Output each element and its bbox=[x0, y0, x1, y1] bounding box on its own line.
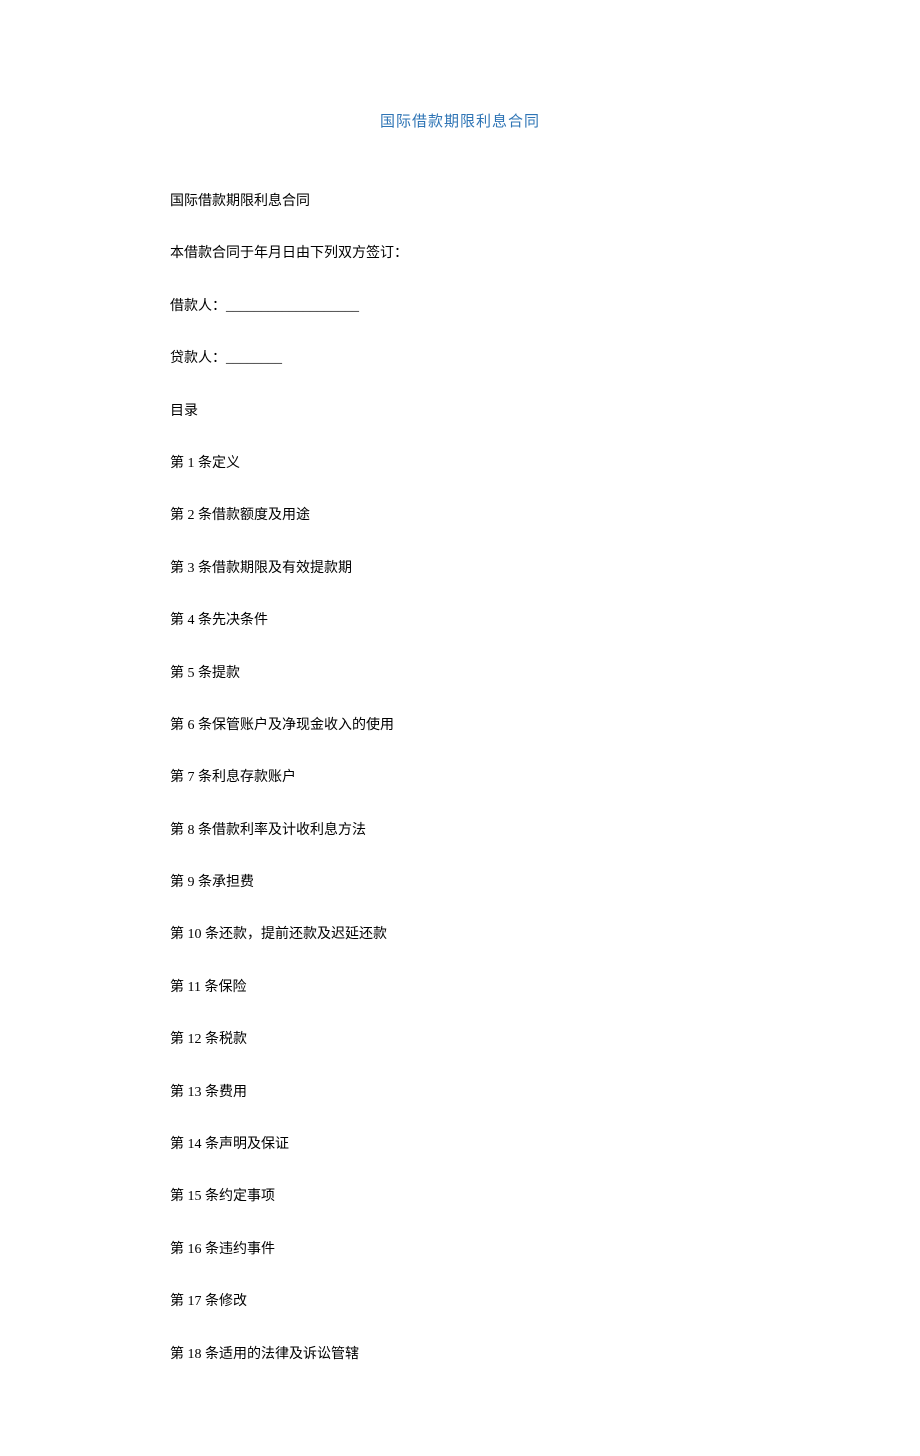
paragraph: 第 6 条保管账户及净现金收入的使用 bbox=[170, 715, 750, 737]
paragraph: 第 9 条承担费 bbox=[170, 872, 750, 894]
paragraph: 第 7 条利息存款账户 bbox=[170, 767, 750, 789]
paragraph: 本借款合同于年月日由下列双方签订： bbox=[170, 243, 750, 265]
paragraph: 第 10 条还款，提前还款及迟延还款 bbox=[170, 924, 750, 946]
paragraph: 第 2 条借款额度及用途 bbox=[170, 505, 750, 527]
paragraph: 第 13 条费用 bbox=[170, 1082, 750, 1104]
paragraph: 第 5 条提款 bbox=[170, 663, 750, 685]
paragraph: 借款人：___________________ bbox=[170, 296, 750, 318]
paragraph: 国际借款期限利息合同 bbox=[170, 191, 750, 213]
paragraph: 目录 bbox=[170, 401, 750, 423]
paragraph: 第 12 条税款 bbox=[170, 1029, 750, 1051]
paragraph: 第 4 条先决条件 bbox=[170, 610, 750, 632]
paragraph: 第 16 条违约事件 bbox=[170, 1239, 750, 1261]
paragraph: 第 14 条声明及保证 bbox=[170, 1134, 750, 1156]
document-title: 国际借款期限利息合同 bbox=[170, 110, 750, 131]
paragraph: 第 1 条定义 bbox=[170, 453, 750, 475]
paragraph: 贷款人：________ bbox=[170, 348, 750, 370]
paragraph: 第 15 条约定事项 bbox=[170, 1186, 750, 1208]
paragraph: 第 17 条修改 bbox=[170, 1291, 750, 1313]
document-page: 国际借款期限利息合同 国际借款期限利息合同 本借款合同于年月日由下列双方签订： … bbox=[0, 0, 920, 1456]
paragraph: 第 8 条借款利率及计收利息方法 bbox=[170, 820, 750, 842]
paragraph: 第 3 条借款期限及有效提款期 bbox=[170, 558, 750, 580]
paragraph: 第 11 条保险 bbox=[170, 977, 750, 999]
paragraph: 第 18 条适用的法律及诉讼管辖 bbox=[170, 1344, 750, 1366]
